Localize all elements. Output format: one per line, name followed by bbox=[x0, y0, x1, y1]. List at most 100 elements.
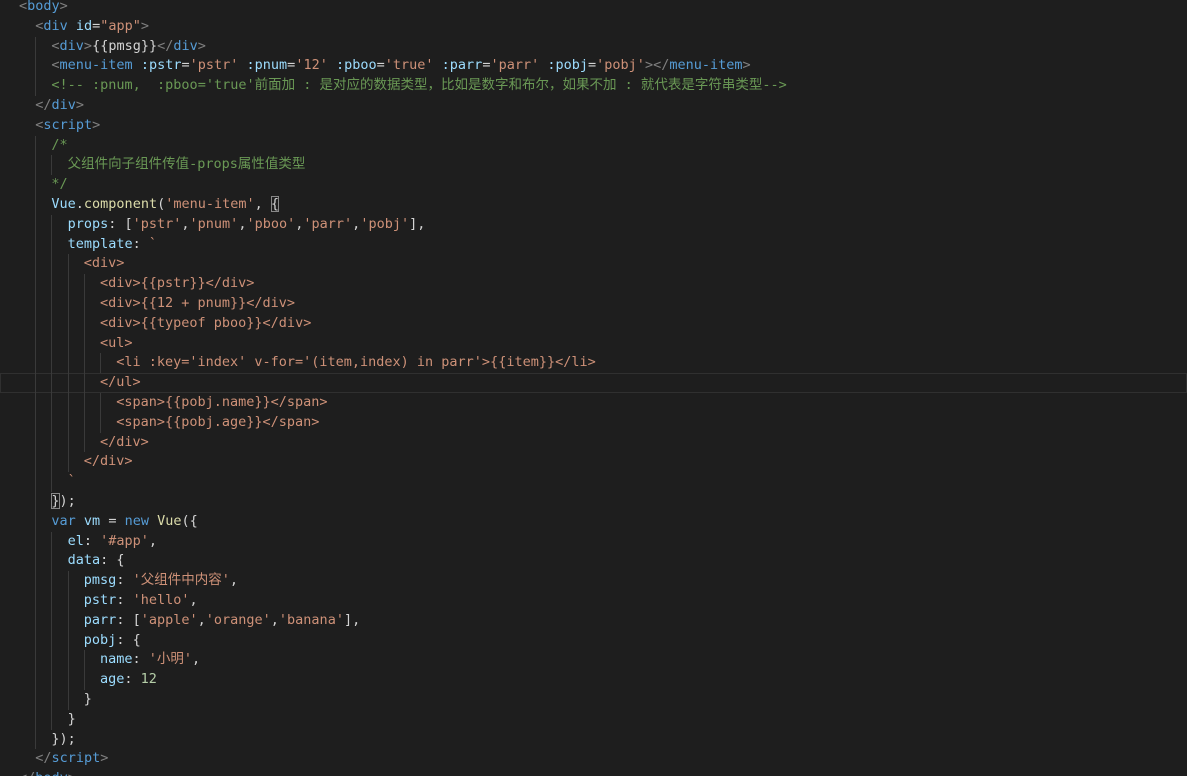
code-token: 'hello' bbox=[132, 592, 190, 608]
code-token: el bbox=[67, 532, 84, 549]
indent-guide bbox=[51, 214, 53, 235]
indent-guide bbox=[35, 591, 37, 611]
indent-guide bbox=[35, 610, 37, 631]
code-token: , bbox=[254, 196, 271, 212]
indent-guide bbox=[35, 571, 37, 591]
code-token: > bbox=[100, 750, 109, 767]
indent-guide bbox=[83, 274, 85, 294]
code-line[interactable]: pmsg: '父组件中内容', bbox=[0, 571, 1187, 591]
code-token: div bbox=[51, 97, 76, 113]
code-token: : bbox=[116, 592, 133, 608]
indent-guide bbox=[83, 650, 85, 671]
code-token: : bbox=[132, 235, 149, 252]
indent-guide bbox=[35, 551, 37, 572]
code-line[interactable]: pstr: 'hello', bbox=[0, 591, 1187, 611]
code-line[interactable]: Vue.component('menu-item', { bbox=[0, 195, 1187, 215]
code-line[interactable]: 父组件向子组件传值-props属性值类型 bbox=[0, 155, 1187, 176]
code-token: component bbox=[83, 196, 158, 212]
code-line[interactable]: </div> bbox=[0, 452, 1187, 473]
code-line[interactable]: name: '小明', bbox=[0, 650, 1187, 671]
code-line[interactable]: </div> bbox=[0, 432, 1187, 453]
code-line[interactable]: /* bbox=[0, 135, 1187, 156]
code-token: : bbox=[83, 532, 101, 549]
code-line-content: </script> bbox=[35, 749, 108, 769]
indent-guide bbox=[67, 690, 69, 710]
code-token: script bbox=[43, 116, 93, 133]
code-line[interactable]: ` bbox=[0, 472, 1187, 492]
indent-guide bbox=[51, 591, 53, 611]
code-line[interactable]: <div id="app"> bbox=[0, 17, 1187, 37]
code-line-content: pmsg: '父组件中内容', bbox=[84, 571, 238, 591]
indent-guide bbox=[35, 393, 37, 413]
indent-guide bbox=[67, 432, 69, 453]
code-line[interactable]: </script> bbox=[0, 749, 1187, 769]
code-token: </ bbox=[19, 770, 35, 776]
code-line[interactable]: <span>{{pobj.name}}</span> bbox=[0, 393, 1187, 413]
code-line[interactable]: el: '#app', bbox=[0, 531, 1187, 552]
code-line[interactable]: var vm = new Vue({ bbox=[0, 511, 1187, 532]
code-token: </ bbox=[157, 37, 174, 54]
code-line[interactable]: <ul> bbox=[0, 333, 1187, 354]
code-line[interactable]: } bbox=[0, 690, 1187, 710]
code-token: > bbox=[197, 37, 206, 54]
code-token: = bbox=[100, 512, 125, 529]
code-token: :pstr bbox=[140, 57, 182, 74]
indent-guide bbox=[51, 630, 53, 651]
code-line[interactable]: <li :key='index' v-for='(item,index) in … bbox=[0, 353, 1187, 374]
code-line[interactable]: <span>{{pobj.age}}</span> bbox=[0, 412, 1187, 433]
code-token: body bbox=[27, 0, 60, 14]
code-line[interactable]: </div> bbox=[0, 96, 1187, 116]
code-line-content: <div> bbox=[84, 254, 125, 274]
code-token: name bbox=[100, 651, 133, 668]
code-line[interactable]: <div>{{pmsg}}</div> bbox=[0, 36, 1187, 57]
indent-guide bbox=[35, 56, 37, 77]
code-line[interactable]: <script> bbox=[0, 116, 1187, 136]
code-line[interactable]: <!-- :pnum, :pboo='true'前面加 : 是对应的数据类型，比… bbox=[0, 76, 1187, 96]
code-line[interactable]: <body> bbox=[0, 0, 1187, 17]
code-token: 父组件向子组件传值-props属性值类型 bbox=[67, 156, 306, 173]
code-line[interactable]: <div>{{12 + pnum}}</div> bbox=[0, 294, 1187, 314]
code-token: : [ bbox=[116, 611, 141, 628]
code-token: } bbox=[51, 493, 60, 509]
code-token: { bbox=[270, 196, 280, 212]
code-line-content: <div id="app"> bbox=[35, 17, 149, 37]
code-line[interactable]: props: ['pstr','pnum','pboo','parr','pob… bbox=[0, 214, 1187, 235]
code-line[interactable]: pobj: { bbox=[0, 630, 1187, 651]
code-line[interactable]: template: ` bbox=[0, 234, 1187, 255]
indent-guide bbox=[83, 432, 85, 453]
code-token: = bbox=[181, 57, 190, 74]
indent-guide bbox=[51, 353, 53, 374]
code-line[interactable]: }); bbox=[0, 492, 1187, 512]
indent-guide bbox=[67, 294, 69, 314]
code-line-content: props: ['pstr','pnum','pboo','parr','pob… bbox=[68, 215, 426, 235]
code-line[interactable]: */ bbox=[0, 175, 1187, 195]
indent-guide bbox=[51, 452, 53, 473]
code-line[interactable]: <menu-item :pstr='pstr' :pnum='12' :pboo… bbox=[0, 56, 1187, 77]
code-line[interactable]: parr: ['apple','orange','banana'], bbox=[0, 610, 1187, 631]
indent-guide bbox=[100, 393, 101, 413]
code-line-content: <div>{{pmsg}}</div> bbox=[51, 37, 206, 57]
indent-guide bbox=[35, 511, 37, 532]
code-line[interactable]: </body> bbox=[0, 769, 1187, 776]
code-line[interactable]: } bbox=[0, 709, 1187, 730]
code-token: 'true' bbox=[384, 57, 434, 74]
code-line[interactable]: <div> bbox=[0, 254, 1187, 275]
code-token: 'pstr' bbox=[189, 57, 239, 74]
code-token: :parr bbox=[441, 57, 483, 74]
indent-guide bbox=[83, 294, 85, 314]
code-line[interactable]: data: { bbox=[0, 551, 1187, 572]
indent-guide bbox=[51, 709, 53, 730]
code-token: 'parr' bbox=[490, 57, 540, 74]
code-editor[interactable]: <body> <div id="app"> <div>{{pmsg}}</div> <… bbox=[0, 0, 1187, 776]
code-line[interactable]: <div>{{pstr}}</div> bbox=[0, 274, 1187, 294]
code-line[interactable]: </ul> bbox=[0, 373, 1187, 393]
indent-guide bbox=[67, 254, 69, 275]
code-line[interactable]: }); bbox=[0, 729, 1187, 750]
indent-guide bbox=[35, 36, 37, 57]
code-token: : bbox=[116, 572, 133, 589]
code-line[interactable]: <div>{{typeof pboo}}</div> bbox=[0, 313, 1187, 334]
indent-guide bbox=[67, 393, 69, 413]
indent-guide bbox=[51, 670, 53, 690]
code-line[interactable]: age: 12 bbox=[0, 670, 1187, 690]
